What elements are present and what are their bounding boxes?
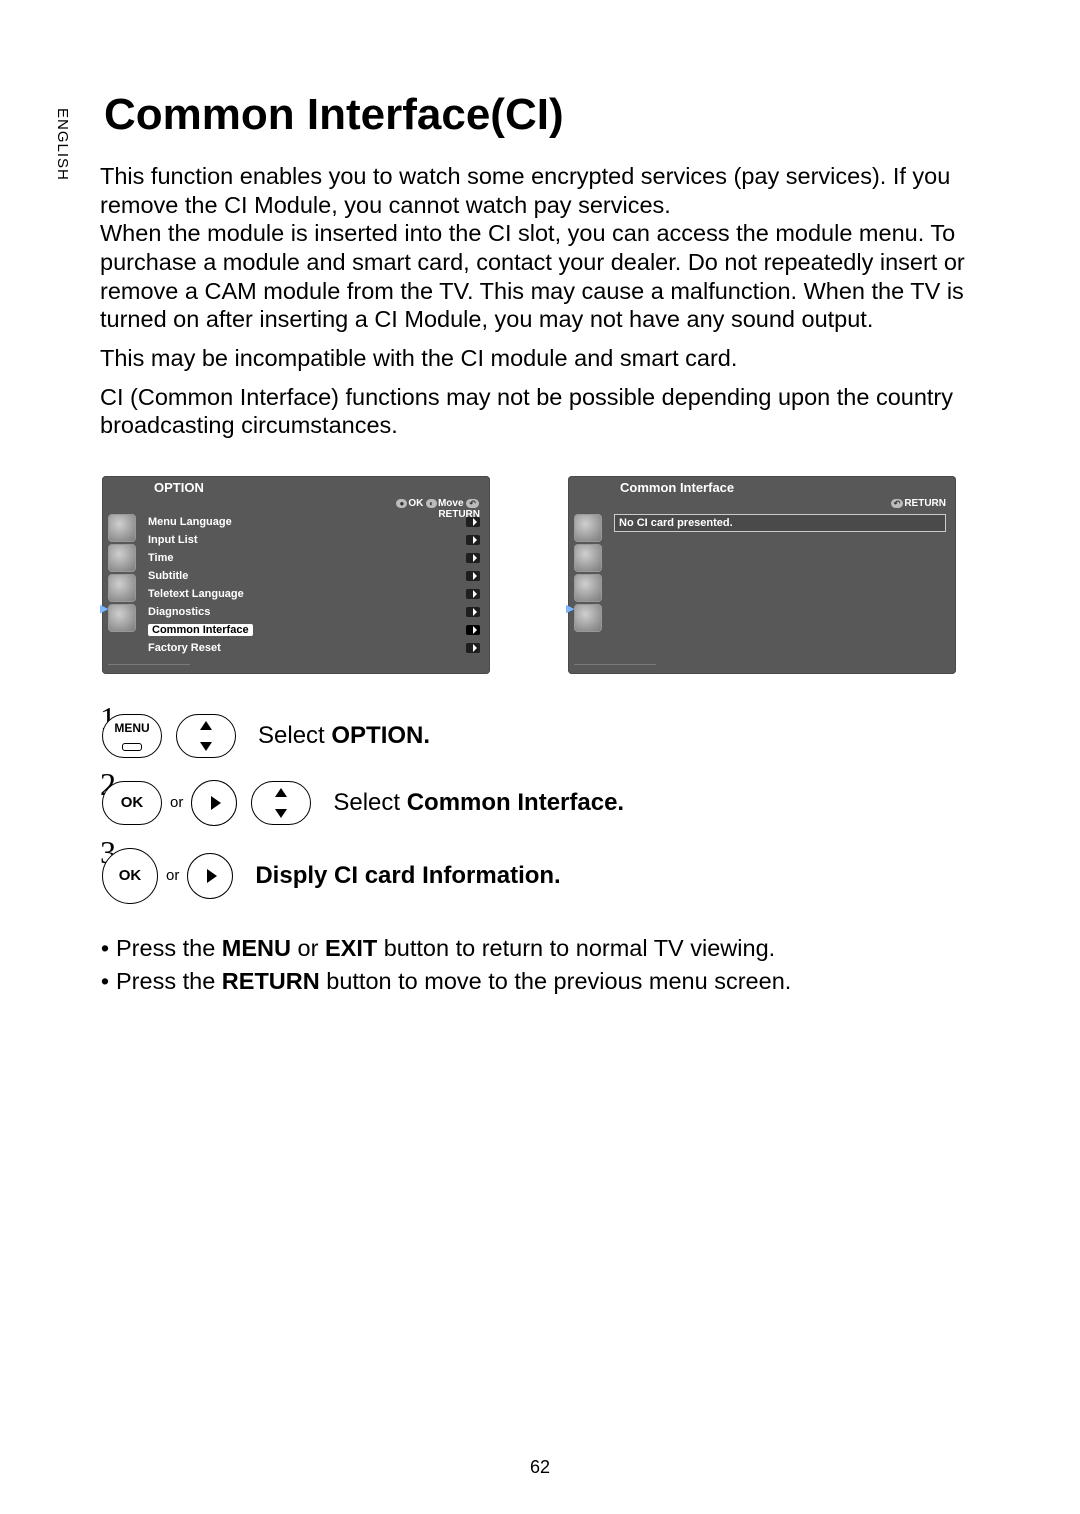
osd-option-menu: OPTION ●OK ◐Move ↶RETURN ▶ Menu Language… [102,476,490,674]
paragraph-4: CI (Common Interface) functions may not … [100,383,1000,440]
osd-option-list: Menu Language Input List Time Subtitle T… [148,514,480,656]
arrow-right-icon [466,607,480,617]
osd-title: OPTION [154,480,204,495]
arrow-right-icon [466,553,480,563]
osd-title: Common Interface [620,480,734,495]
osd-category-icons: ▶ [574,514,606,666]
ok-button[interactable]: OK [102,848,158,904]
language-tab: ENGLISH [54,108,71,181]
page-title: Common Interface(CI) [104,90,1000,140]
osd-item-teletext-language[interactable]: Teletext Language [148,586,480,602]
footer-note-2: • Press the RETURN button to move to the… [100,967,1000,996]
osd-common-interface: Common Interface ↶RETURN ▶ No CI card pr… [568,476,956,674]
arrow-right-icon [466,535,480,545]
right-arrow-icon [207,869,217,883]
osd-item-input-list[interactable]: Input List [148,532,480,548]
osd-item-menu-language[interactable]: Menu Language [148,514,480,530]
ok-icon: ● [396,499,407,508]
down-arrow-icon [200,742,212,751]
right-nav-button[interactable] [191,780,237,826]
up-down-nav-button[interactable] [251,781,311,825]
ok-button[interactable]: OK [102,781,162,825]
return-icon: ↶ [466,499,479,508]
up-arrow-icon [275,788,287,797]
arrow-right-icon [466,589,480,599]
paragraph-2: When the module is inserted into the CI … [100,219,1000,334]
footer-notes: • Press the MENU or EXIT button to retur… [100,934,1000,997]
osd-item-time[interactable]: Time [148,550,480,566]
option-category-icon [108,604,136,632]
audio-category-icon [108,544,136,572]
osd-hint-return: ↶RETURN [891,498,946,509]
osd-item-subtitle[interactable]: Subtitle [148,568,480,584]
osd-item-common-interface[interactable]: Common Interface [148,622,480,638]
ci-status-message: No CI card presented. [614,514,946,532]
category-selected-arrow-icon: ▶ [100,602,108,615]
paragraph-3: This may be incompatible with the CI mod… [100,344,1000,373]
down-arrow-icon [275,809,287,818]
step-3-text: Disply CI card Information. [255,862,560,890]
right-nav-button[interactable] [187,853,233,899]
return-icon: ↶ [891,499,904,508]
step-3: 3 OK or Disply CI card Information. [102,848,1000,904]
picture-category-icon [108,514,136,542]
menu-button[interactable]: MENU [102,714,162,758]
step-1: 1 MENU Select OPTION. [102,714,1000,758]
osd-item-factory-reset[interactable]: Factory Reset [148,640,480,656]
step-2-text: Select Common Interface. [333,789,624,817]
arrow-right-icon [466,517,480,527]
arrow-right-icon [466,625,480,635]
or-label: or [170,794,183,811]
osd-item-diagnostics[interactable]: Diagnostics [148,604,480,620]
category-selected-arrow-icon: ▶ [566,602,574,615]
osd-category-icons: ▶ [108,514,140,666]
up-down-nav-button[interactable] [176,714,236,758]
footer-note-1: • Press the MENU or EXIT button to retur… [100,934,1000,963]
move-icon: ◐ [426,499,437,508]
audio-category-icon [574,544,602,572]
paragraph-1: This function enables you to watch some … [100,162,1000,219]
right-arrow-icon [211,796,221,810]
step-2: 2 OK or Select Common Interface. [102,780,1000,826]
intro-text: This function enables you to watch some … [100,162,1000,440]
up-arrow-icon [200,721,212,730]
arrow-right-icon [466,643,480,653]
page-number: 62 [0,1457,1080,1478]
setup-category-icon [108,574,136,602]
step-1-text: Select OPTION. [258,722,430,750]
setup-category-icon [574,574,602,602]
or-label: or [166,867,179,884]
arrow-right-icon [466,571,480,581]
picture-category-icon [574,514,602,542]
option-category-icon [574,604,602,632]
